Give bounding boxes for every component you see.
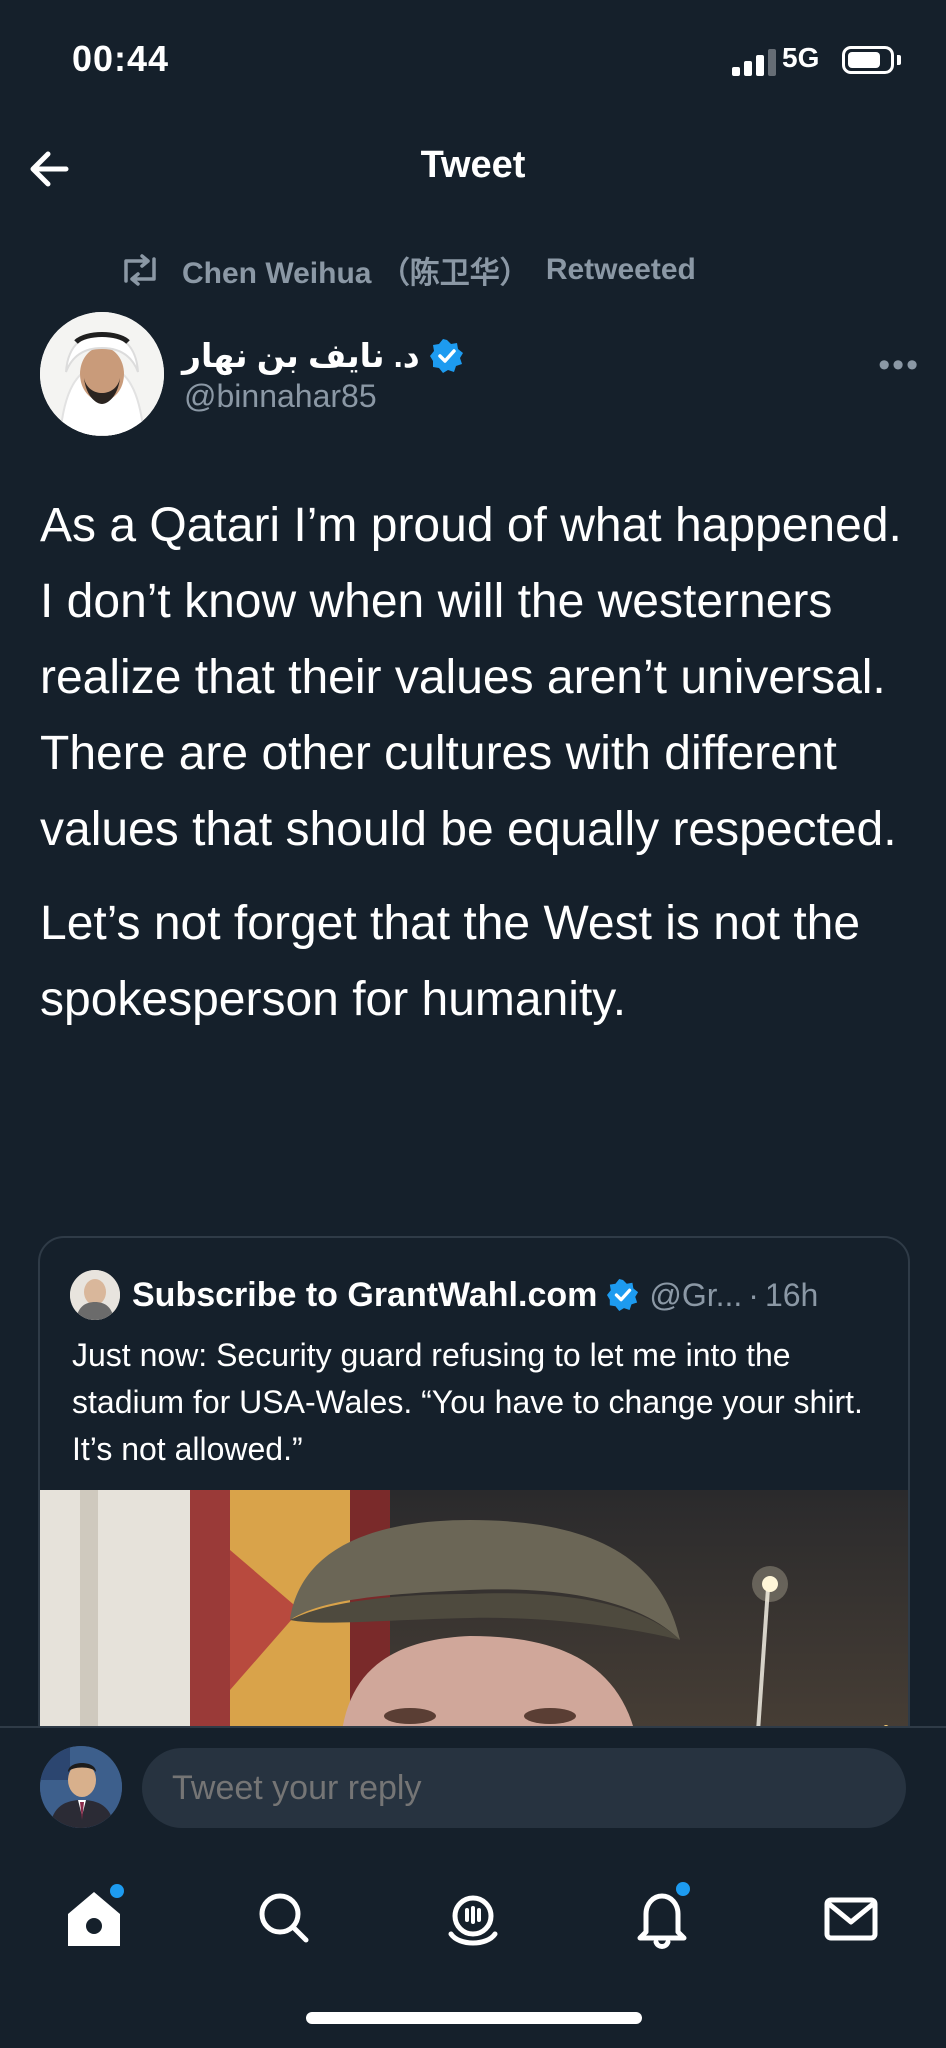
quoted-tweet-card[interactable]: Subscribe to GrantWahl.com @Gr... · 16h …	[38, 1236, 910, 1760]
quoted-timestamp: 16h	[764, 1276, 819, 1313]
mail-icon	[824, 1897, 878, 1941]
search-icon	[259, 1893, 309, 1943]
reply-bar	[0, 1726, 946, 1852]
tweet-text: As a Qatari I’m proud of what happened. …	[40, 488, 920, 1038]
tab-messages[interactable]	[811, 1878, 891, 1958]
verified-badge-icon	[429, 338, 463, 373]
spaces-icon	[448, 1895, 498, 1946]
author-handle[interactable]: @binnahar85	[184, 378, 377, 415]
quoted-verified-badge-icon	[607, 1279, 639, 1311]
clock: 00:44	[72, 38, 170, 79]
more-options-icon[interactable]: •••	[878, 346, 920, 385]
tab-search[interactable]	[244, 1878, 324, 1958]
quoted-tweet-header: Subscribe to GrantWahl.com @Gr... · 16h	[70, 1270, 818, 1320]
retweeter-name: Chen Weihua （陈卫华）	[182, 257, 530, 290]
home-indicator	[306, 2012, 642, 2024]
tweet-author: د. نايف بن نهار @binnahar85 •••	[40, 312, 920, 442]
author-name-row[interactable]: د. نايف بن نهار	[182, 336, 464, 375]
battery-icon	[842, 46, 894, 74]
status-bar: 00:44 5G	[0, 0, 946, 120]
retweet-action: Retweeted	[545, 253, 696, 286]
quoted-author-avatar	[70, 1270, 120, 1320]
reply-input[interactable]	[142, 1748, 906, 1828]
quoted-tweet-photo[interactable]	[40, 1490, 908, 1758]
network-label: 5G	[782, 42, 820, 73]
notifications-dot	[676, 1882, 690, 1896]
tab-spaces[interactable]	[433, 1878, 513, 1958]
tab-home[interactable]	[54, 1878, 134, 1958]
quoted-author-handle: @Gr...	[649, 1276, 743, 1313]
tweet-line-2: I don’t know when will the westerners re…	[40, 575, 897, 856]
bell-icon	[637, 1893, 687, 1949]
quoted-tweet-text: Just now: Security guard refusing to let…	[72, 1337, 863, 1467]
home-notification-dot	[110, 1884, 124, 1898]
battery-tip	[897, 55, 901, 65]
current-user-avatar[interactable]	[40, 1746, 122, 1828]
quoted-author-name: Subscribe to GrantWahl.com	[132, 1275, 598, 1314]
retweet-icon	[124, 254, 156, 286]
author-avatar[interactable]	[40, 312, 164, 436]
author-display-name: د. نايف بن نهار	[182, 337, 420, 374]
tweet-paragraph-2: Let’s not forget that the West is not th…	[40, 897, 861, 1026]
tab-notifications[interactable]	[622, 1878, 702, 1958]
retweet-context[interactable]: Chen Weihua （陈卫华） Retweeted	[118, 250, 696, 290]
page-title: Tweet	[420, 144, 526, 186]
header: Tweet	[0, 130, 946, 210]
signal-icon	[732, 48, 776, 76]
tweet-line-1: As a Qatari I’m proud of what happened.	[40, 499, 902, 552]
bottom-tab-bar	[0, 1850, 946, 1990]
quoted-separator: ·	[748, 1276, 759, 1313]
